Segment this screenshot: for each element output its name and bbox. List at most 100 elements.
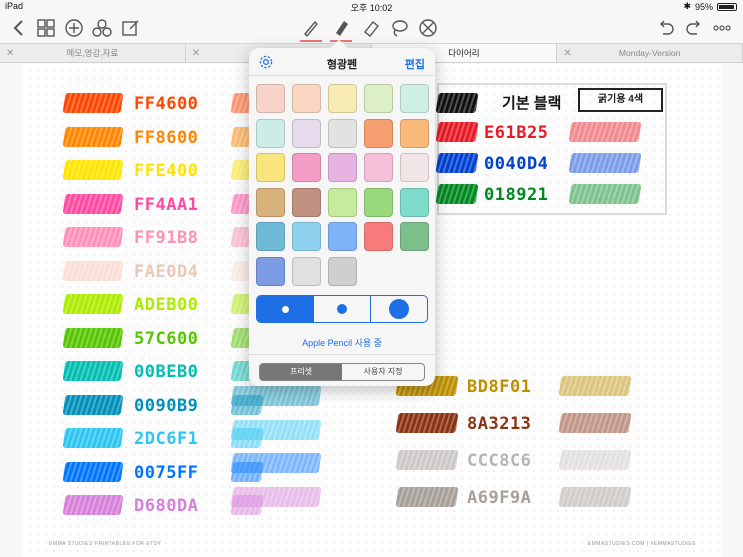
- apple-pencil-note: Apple Pencil 사용 중: [302, 338, 382, 348]
- right_bottom-swatch: [395, 487, 459, 507]
- left_column-swatch: [62, 93, 124, 113]
- close-icon[interactable]: ✕: [6, 44, 14, 63]
- left_column-swatch: [62, 461, 124, 482]
- page-footer-left: EMMA STUDIES PRINTABLES FOR ETSY: [49, 541, 162, 547]
- left_column-hex-label: FF4600: [134, 94, 199, 114]
- palette-color-swatch[interactable]: [364, 118, 393, 148]
- compose-icon[interactable]: [120, 18, 142, 40]
- edit-button[interactable]: 편집: [405, 56, 425, 72]
- right_top-hex-label: 018921: [484, 185, 549, 205]
- right_bottom-swatch-light: [558, 487, 632, 507]
- size-large[interactable]: [371, 296, 427, 322]
- back-icon[interactable]: [8, 18, 30, 40]
- undo-icon[interactable]: [655, 18, 677, 40]
- left_column-swatch: [62, 193, 124, 214]
- palette-color-swatch[interactable]: [292, 222, 321, 251]
- preset-tab[interactable]: 프리셋: [260, 364, 342, 380]
- palette-color-swatch[interactable]: [328, 256, 357, 286]
- left_column-hex-label: 00BEB0: [134, 362, 199, 382]
- shapes-icon[interactable]: [91, 18, 113, 40]
- left_column-hex-label: FFE400: [134, 161, 199, 181]
- palette-color-swatch[interactable]: [400, 222, 429, 251]
- size-medium[interactable]: [314, 296, 371, 322]
- lasso-icon[interactable]: [388, 18, 410, 40]
- close-icon[interactable]: ✕: [192, 44, 200, 63]
- add-icon[interactable]: [63, 18, 85, 40]
- right_bottom-swatch-light: [558, 413, 632, 433]
- right_top-swatch: [435, 184, 479, 204]
- close-icon[interactable]: ✕: [563, 44, 571, 63]
- bluetooth-icon: ✱: [683, 1, 691, 11]
- pen-color-indicator: [300, 40, 322, 42]
- right_bottom-swatch-light: [558, 450, 632, 470]
- left_column-swatch: [62, 361, 124, 381]
- palette-color-swatch[interactable]: [400, 84, 429, 113]
- palette-color-swatch[interactable]: [292, 187, 321, 217]
- left_column-swatch: [62, 394, 124, 415]
- highlighter-icon[interactable]: [330, 18, 352, 40]
- palette-color-swatch[interactable]: [364, 187, 393, 217]
- palette-color-swatch[interactable]: [364, 84, 393, 113]
- palette-color-swatch[interactable]: [328, 187, 357, 217]
- right_top-swatch-light: [568, 122, 642, 142]
- right_top-hex-label: E61B25: [484, 123, 549, 143]
- left_column-swatch: [62, 126, 124, 147]
- left_column-swatch: [62, 160, 124, 180]
- palette-color-swatch[interactable]: [400, 153, 429, 182]
- right_top-swatch: [435, 153, 479, 173]
- left_column-hex-label: FF4AA1: [134, 194, 199, 215]
- palette-color-swatch[interactable]: [364, 222, 393, 251]
- stroke-size-selector: [256, 295, 428, 323]
- right_bottom-swatch: [395, 413, 459, 433]
- palette-color-swatch[interactable]: [328, 118, 357, 148]
- palette-color-swatch[interactable]: [256, 153, 285, 182]
- size-small[interactable]: [257, 296, 314, 322]
- left_column-swatch-light: [230, 486, 322, 507]
- toolbar: [0, 13, 743, 43]
- left_column-swatch: [62, 260, 124, 281]
- pen-icon[interactable]: [300, 18, 322, 40]
- left_column-hex-label: 57C600: [134, 328, 199, 349]
- right_top-swatch: [435, 122, 479, 142]
- palette-color-swatch[interactable]: [256, 118, 285, 148]
- preset-selector: 프리셋 사용자 지정: [259, 363, 425, 381]
- right_top-hex-label: 0040D4: [484, 154, 549, 174]
- palette-color-swatch[interactable]: [364, 153, 393, 182]
- left_column-hex-label: FF8600: [134, 127, 199, 148]
- right_bottom-hex-label: CCC8C6: [467, 451, 532, 471]
- palette-color-swatch[interactable]: [256, 222, 285, 251]
- redo-icon[interactable]: [683, 18, 705, 40]
- palette-color-swatch[interactable]: [256, 187, 285, 217]
- palette-color-swatch[interactable]: [400, 187, 429, 217]
- grid-icon[interactable]: [35, 18, 57, 40]
- legend-tag: 굵기용 4색: [578, 88, 663, 112]
- more-icon[interactable]: [711, 18, 733, 40]
- tab-memo[interactable]: ✕ 메모,영감,자료: [0, 44, 186, 62]
- palette-color-swatch[interactable]: [328, 153, 357, 182]
- page-footer-right: EMMASTUDIES.COM | #EMMASTUDIES: [587, 541, 696, 547]
- palette-color-swatch[interactable]: [256, 84, 285, 113]
- palette-color-swatch[interactable]: [292, 84, 321, 113]
- custom-tab[interactable]: 사용자 지정: [342, 364, 424, 380]
- left_column-hex-label: 2DC6F1: [134, 429, 199, 449]
- right_bottom-hex-label: BD8F01: [467, 377, 532, 397]
- palette-color-swatch[interactable]: [256, 256, 285, 286]
- eraser-icon[interactable]: [360, 18, 382, 40]
- palette-color-swatch[interactable]: [292, 256, 321, 286]
- black-swatch: [435, 93, 479, 113]
- palette-color-swatch[interactable]: [328, 84, 357, 113]
- palette-color-swatch[interactable]: [292, 118, 321, 148]
- palette-color-swatch[interactable]: [292, 153, 321, 182]
- legend-black-label: 기본 블랙: [502, 95, 562, 112]
- left_column-swatch-light: [230, 386, 322, 406]
- tab-monday-version[interactable]: ✕ Monday-Version: [557, 44, 743, 62]
- battery-icon: [717, 2, 737, 11]
- left_column-swatch-light: [230, 419, 322, 440]
- right_bottom-swatch-light: [558, 376, 632, 396]
- palette-color-swatch[interactable]: [400, 118, 429, 148]
- palette-color-swatch[interactable]: [328, 222, 357, 251]
- left_column-swatch: [62, 428, 124, 448]
- left_column-swatch: [62, 495, 124, 515]
- no-scroll-icon[interactable]: [417, 18, 439, 40]
- left_column-hex-label: ADEB00: [134, 295, 199, 315]
